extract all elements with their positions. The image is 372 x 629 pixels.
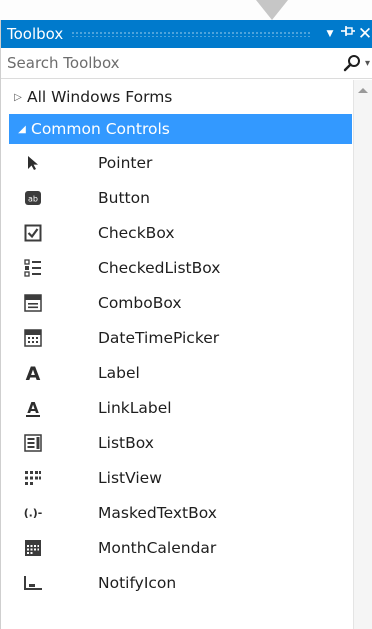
toolbox-item-linklabel[interactable]: A LinkLabel <box>1 390 352 425</box>
toolbox-titlebar[interactable]: Toolbox ▼ ✕ <box>1 20 372 48</box>
expand-arrow-icon[interactable]: ▷ <box>9 92 27 103</box>
toolbox-item-checkbox[interactable]: CheckBox <box>1 215 352 250</box>
item-label: LinkLabel <box>98 398 172 417</box>
background-shape <box>256 0 288 20</box>
pointer-icon <box>23 153 43 173</box>
masked-text-box-icon: (.)- <box>23 503 43 523</box>
auto-hide-pin-icon[interactable] <box>339 20 357 48</box>
toolbox-item-listbox[interactable]: ListBox <box>1 425 352 460</box>
svg-text:(.)-: (.)- <box>24 507 43 520</box>
item-label: Pointer <box>98 153 153 172</box>
background-strip <box>0 0 372 20</box>
item-label: CheckedListBox <box>98 258 221 277</box>
label-icon: A <box>23 363 43 383</box>
search-icon[interactable] <box>341 52 363 74</box>
list-view-icon <box>23 468 43 488</box>
toolbox-item-button[interactable]: ab Button <box>1 180 352 215</box>
toolbox-item-monthcalendar[interactable]: MonthCalendar <box>1 530 352 565</box>
close-icon[interactable]: ✕ <box>357 20 372 48</box>
search-input[interactable] <box>1 53 341 73</box>
toolbox-item-label[interactable]: A Label <box>1 355 352 390</box>
item-label: ListView <box>98 468 162 487</box>
item-label: ListBox <box>98 433 154 452</box>
button-icon: ab <box>23 188 43 208</box>
search-options-chevron-icon[interactable]: ▾ <box>365 58 372 69</box>
toolbox-item-pointer[interactable]: Pointer <box>1 145 352 180</box>
vertical-scrollbar[interactable] <box>353 80 372 629</box>
group-common-controls[interactable]: ◢ Common Controls <box>9 114 352 144</box>
panel-title: Toolbox <box>7 25 64 43</box>
toolbox-item-combobox[interactable]: ComboBox <box>1 285 352 320</box>
combo-box-icon <box>23 293 43 313</box>
item-label: ComboBox <box>98 293 182 312</box>
group-all-windows-forms[interactable]: ▷ All Windows Forms <box>1 82 352 112</box>
item-label: MonthCalendar <box>98 538 217 557</box>
item-label: CheckBox <box>98 223 175 242</box>
collapse-arrow-icon[interactable]: ◢ <box>13 124 31 135</box>
date-time-picker-icon <box>23 328 43 348</box>
checked-list-box-icon <box>23 258 43 278</box>
group-label: All Windows Forms <box>27 88 173 106</box>
item-label: NotifyIcon <box>98 573 177 592</box>
toolbox-item-listview[interactable]: ListView <box>1 460 352 495</box>
link-label-icon: A <box>23 398 43 418</box>
svg-text:A: A <box>27 399 39 417</box>
item-label: Label <box>98 363 140 382</box>
toolbox-item-datetimepicker[interactable]: DateTimePicker <box>1 320 352 355</box>
item-label: Button <box>98 188 150 207</box>
svg-text:ab: ab <box>28 195 38 204</box>
item-label: MaskedTextBox <box>98 503 217 522</box>
toolbox-item-notifyicon[interactable]: NotifyIcon <box>1 565 352 600</box>
toolbox-list: ▷ All Windows Forms ◢ Common Controls Po… <box>1 80 352 629</box>
checkbox-icon <box>23 223 43 243</box>
search-bar: ▾ <box>1 48 372 79</box>
drag-grip[interactable] <box>71 31 311 37</box>
month-calendar-icon <box>23 538 43 558</box>
notify-icon-icon <box>23 573 43 593</box>
group-label: Common Controls <box>31 120 170 138</box>
list-box-icon <box>23 433 43 453</box>
toolbox-item-checkedlistbox[interactable]: CheckedListBox <box>1 250 352 285</box>
toolbox-item-maskedtextbox[interactable]: (.)- MaskedTextBox <box>1 495 352 530</box>
svg-text:A: A <box>26 363 41 383</box>
item-label: DateTimePicker <box>98 328 220 347</box>
toolbox-panel: Toolbox ▼ ✕ ▾ ▷ All Windows Forms <box>0 20 372 629</box>
scroll-up-icon[interactable] <box>358 88 368 93</box>
window-position-dropdown-icon[interactable]: ▼ <box>321 20 339 48</box>
